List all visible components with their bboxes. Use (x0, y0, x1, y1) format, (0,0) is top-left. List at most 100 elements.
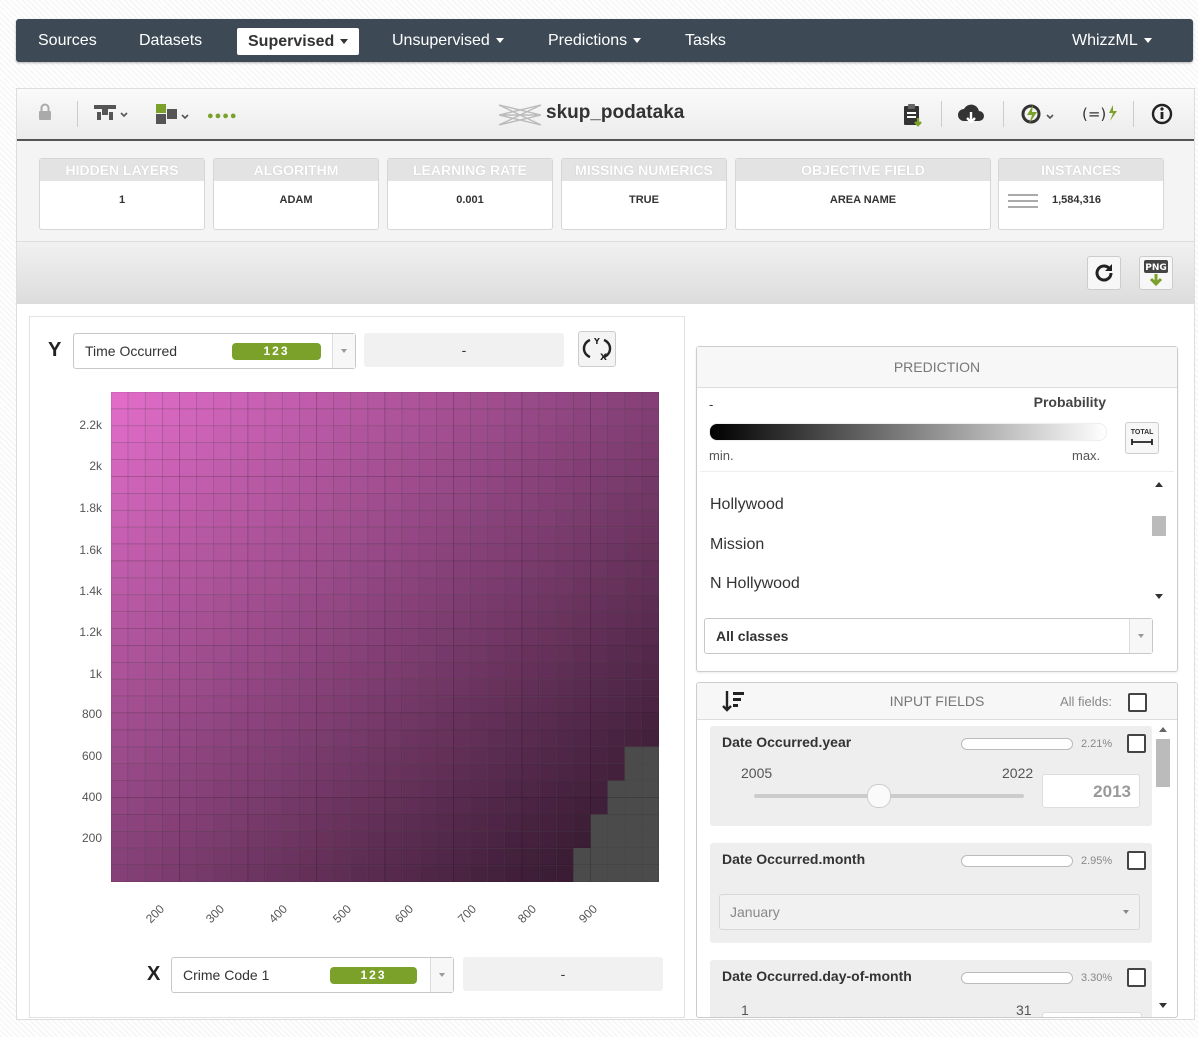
nav-predictions[interactable]: Predictions (548, 19, 642, 62)
input-fields-scrollbar[interactable] (1156, 721, 1170, 1015)
heatmap-cell (453, 847, 471, 866)
class-list-scrollbar[interactable] (1152, 472, 1166, 608)
scroll-down-icon[interactable] (1155, 594, 1163, 599)
heatmap-cell (504, 526, 523, 545)
nav-supervised[interactable]: Supervised (237, 28, 360, 55)
heatmap-cell (179, 476, 197, 494)
batch-prediction-icon[interactable] (1020, 103, 1056, 130)
heatmap-cell (573, 493, 591, 511)
heatmap-cell (230, 509, 249, 528)
y-tick-label: 1.2k (79, 625, 102, 639)
field-checkbox[interactable] (1127, 734, 1146, 753)
heatmap-cell (196, 392, 215, 410)
chevron-down-icon (1143, 38, 1152, 44)
model-settings-icon[interactable] (156, 103, 190, 130)
heatmap-cell (573, 594, 591, 612)
predict-icon[interactable]: (=) (1082, 103, 1120, 130)
nav-tasks[interactable]: Tasks (685, 19, 726, 62)
heatmap-cell (521, 577, 540, 596)
month-select[interactable]: January (719, 894, 1140, 930)
cloud-download-icon[interactable] (957, 103, 985, 132)
importance-bar (961, 855, 1073, 867)
heatmap-cell (436, 831, 454, 849)
heatmap-cell (573, 797, 591, 815)
heatmap-cell (504, 392, 523, 410)
slider-handle[interactable] (867, 784, 891, 808)
probability-heatmap[interactable] (111, 392, 659, 882)
x-field-select[interactable]: Crime Code 1 123 (171, 957, 454, 993)
all-fields-checkbox[interactable] (1128, 693, 1147, 712)
heatmap-cell (453, 459, 471, 477)
heatmap-cell (162, 560, 180, 579)
field-checkbox[interactable] (1127, 968, 1146, 987)
heatmap-cell (384, 814, 403, 832)
class-filter-select[interactable]: All classes (704, 618, 1153, 654)
nav-datasets[interactable]: Datasets (139, 19, 202, 62)
network-icon[interactable] (94, 103, 128, 128)
heatmap-cell (590, 763, 608, 781)
heatmap-cell (487, 662, 506, 680)
heatmap-cell (470, 645, 489, 663)
download-png-button[interactable]: PNG (1139, 256, 1173, 290)
lock-icon[interactable] (37, 103, 53, 126)
heatmap-cell (299, 763, 317, 781)
heatmap-cell (487, 526, 506, 545)
heatmap-cell (453, 425, 471, 443)
field-checkbox[interactable] (1127, 851, 1146, 870)
heatmap-cell (573, 560, 591, 579)
heatmap-cell (418, 577, 437, 596)
year-input[interactable]: 2013 (1042, 774, 1140, 808)
scroll-down-icon[interactable] (1159, 1003, 1167, 1008)
chevron-down-icon[interactable] (1129, 619, 1152, 653)
heatmap-cell (230, 695, 249, 714)
scroll-up-icon[interactable] (1159, 727, 1167, 732)
heatmap-cell (144, 509, 163, 528)
info-icon[interactable] (1151, 103, 1173, 130)
heatmap-cell (281, 814, 300, 832)
heatmap-cell (127, 509, 146, 528)
day-input[interactable] (1042, 1012, 1142, 1017)
nav-unsupervised[interactable]: Unsupervised (392, 19, 504, 62)
heatmap-cell (213, 645, 232, 663)
heatmap-cell (504, 797, 523, 815)
heatmap-cell (316, 611, 334, 629)
heatmap-cell (538, 847, 557, 866)
sort-icon[interactable] (722, 689, 746, 718)
swap-axes-button[interactable]: YX (578, 331, 616, 367)
field-name: Date Occurred.month (722, 851, 866, 867)
field-name: Date Occurred.day-of-month (722, 968, 912, 984)
y-field-select[interactable]: Time Occurred 123 (73, 333, 356, 369)
total-scale-button[interactable]: TOTAL (1125, 422, 1159, 454)
heatmap-cell (333, 543, 352, 562)
heatmap-cell (350, 864, 369, 882)
class-item[interactable]: Mission (710, 536, 764, 554)
heatmap-cell (538, 509, 557, 528)
heatmap-cell (555, 594, 574, 612)
heatmap-cell (111, 645, 129, 663)
scroll-thumb[interactable] (1152, 516, 1166, 536)
y-secondary-select[interactable]: - (364, 333, 564, 367)
chevron-down-icon[interactable] (430, 958, 453, 992)
clipboard-icon[interactable] (901, 103, 925, 132)
heatmap-cell (538, 594, 557, 612)
heatmap-cell (607, 611, 626, 629)
class-item[interactable]: N Hollywood (710, 575, 800, 593)
heatmap-cell (521, 847, 540, 866)
heatmap-cell (350, 392, 369, 410)
heatmap-cell (401, 628, 420, 646)
nav-sources[interactable]: Sources (38, 19, 97, 62)
heatmap-cell (179, 594, 197, 612)
scroll-up-icon[interactable] (1155, 482, 1163, 487)
nav-whizzml[interactable]: WhizzML (1072, 19, 1152, 62)
scroll-thumb[interactable] (1156, 739, 1170, 787)
heatmap-cell (436, 678, 454, 697)
top-navigation: Sources Datasets Supervised Unsupervised… (16, 19, 1193, 62)
class-item[interactable]: Hollywood (710, 496, 784, 514)
heatmap-cell (538, 543, 557, 562)
heatmap-cell (401, 392, 420, 410)
refresh-button[interactable] (1087, 256, 1121, 290)
heatmap-cell (624, 847, 643, 866)
heatmap-cell (127, 729, 146, 748)
x-secondary-select[interactable]: - (463, 957, 663, 991)
chevron-down-icon[interactable] (332, 334, 355, 368)
